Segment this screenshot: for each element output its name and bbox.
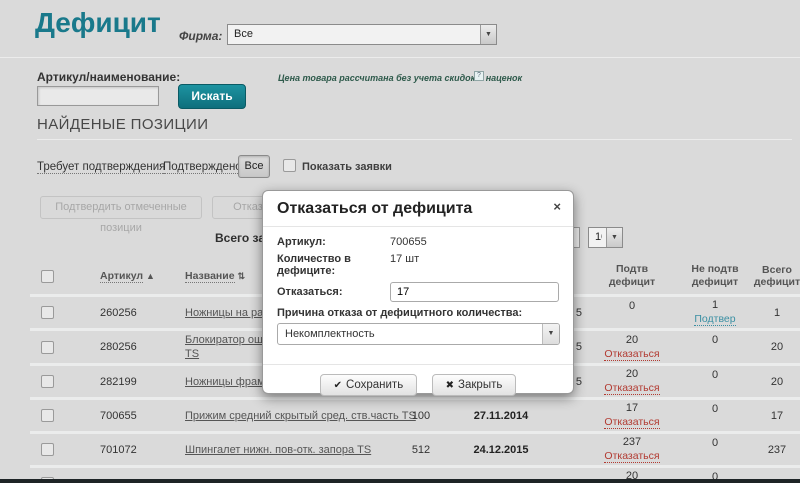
modal-qty-value: 17 шт (390, 253, 419, 277)
total-deficit-value: 20 (748, 376, 800, 388)
cell-articul: 260256 (65, 307, 185, 319)
confirm-selected-button[interactable]: Подтвердить отмеченные позиции (40, 196, 202, 219)
page-size-select[interactable]: 10 ▼ (588, 227, 623, 248)
header-confirmed-deficit: Подтвдефицит (582, 263, 682, 289)
total-deficit-value: 17 (748, 410, 800, 422)
page-title: Дефицит (35, 7, 161, 39)
cell-articul: 282199 (65, 376, 185, 388)
confirmed-deficit-value: 17 (626, 402, 638, 414)
header-divider (0, 57, 800, 58)
refuse-link[interactable]: Отказаться (604, 416, 659, 429)
header-unconfirmed-deficit: Не подтвдефицит (682, 263, 748, 289)
modal-articul-value: 700655 (390, 236, 427, 248)
chevron-down-icon[interactable]: ▼ (480, 25, 496, 44)
refuse-link[interactable]: Отказаться (604, 382, 659, 395)
cell-articul: 700655 (65, 410, 185, 422)
modal-title: Отказаться от дефицита (277, 200, 472, 217)
filter-confirmed[interactable]: Подтверждено (163, 161, 242, 174)
cell-date: 27.11.2014 (460, 410, 542, 422)
row-checkbox[interactable] (41, 409, 54, 422)
confirmed-deficit-value: 237 (623, 436, 641, 448)
filter-requires-confirmation[interactable]: Требует подтверждения (37, 161, 165, 174)
unconfirmed-deficit-value: 1 (712, 299, 718, 311)
filter-all-button[interactable]: Все (238, 155, 270, 178)
modal-articul-label: Артикул: (277, 236, 390, 248)
save-button[interactable]: ✔Сохранить (320, 374, 418, 396)
confirm-link[interactable]: Подтвер (694, 313, 735, 326)
section-title: НАЙДЕНЫЕ ПОЗИЦИИ (37, 116, 208, 133)
show-requests-checkbox[interactable] (283, 159, 296, 172)
firm-select[interactable]: Все ▼ (227, 24, 497, 45)
sort-both-icon: ⇅ (237, 271, 245, 281)
row-checkbox[interactable] (41, 443, 54, 456)
search-input[interactable] (37, 86, 159, 106)
chevron-down-icon[interactable]: ▼ (542, 324, 559, 344)
total-deficit-value: 20 (748, 341, 800, 353)
section-divider (37, 139, 792, 140)
row-checkbox[interactable] (41, 341, 54, 354)
refuse-reason-select[interactable]: Некомплектность ▼ (277, 323, 560, 345)
x-icon: ✖ (446, 380, 454, 391)
cell-articul: 280256 (65, 341, 185, 353)
firm-label: Фирма: (179, 29, 222, 43)
search-label: Артикул/наименование: (37, 70, 180, 84)
modal-refuse-label: Отказаться: (277, 286, 390, 298)
item-name-link[interactable]: Прижим средний скрытый сред. ств.часть T… (185, 409, 382, 423)
modal-reason-label: Причина отказа от дефицитного количества… (277, 307, 559, 319)
sort-name[interactable]: Название (185, 270, 235, 283)
close-button[interactable]: ✖Закрыть (432, 374, 517, 396)
refuse-deficit-modal: Отказаться от дефицита × Артикул: 700655… (262, 190, 574, 394)
confirmed-deficit-value: 20 (626, 334, 638, 346)
footer-bar (0, 479, 800, 483)
check-icon: ✔ (334, 380, 342, 391)
close-icon[interactable]: × (553, 200, 561, 213)
unconfirmed-deficit-value: 0 (712, 369, 718, 381)
header-total-deficit: Всегодефицит (748, 264, 800, 288)
sort-asc-icon: ▲ (146, 271, 155, 281)
refuse-quantity-input[interactable] (390, 282, 559, 302)
total-deficit-value: 1 (748, 307, 800, 319)
firm-select-value: Все (234, 28, 476, 40)
chevron-down-icon[interactable]: ▼ (606, 228, 622, 247)
row-checkbox[interactable] (41, 375, 54, 388)
cell-qty: 100 (382, 410, 460, 422)
row-checkbox[interactable] (41, 306, 54, 319)
sort-articul[interactable]: Артикул (100, 270, 143, 283)
page-size-value: 10 (595, 231, 602, 243)
confirmed-deficit-value: 0 (629, 300, 635, 312)
refuse-reason-value: Некомплектность (285, 328, 375, 340)
refuse-link[interactable]: Отказаться (604, 348, 659, 361)
modal-qty-label: Количество в дефиците: (277, 253, 390, 277)
price-note: Цена товара рассчитана без учета скидок … (278, 73, 522, 83)
table-row: 701072 Шпингалет нижн. пов-отк. запора T… (30, 431, 800, 465)
confirmed-deficit-value: 20 (626, 368, 638, 380)
deficit-page: Дефицит Фирма: Все ▼ Артикул/наименовани… (0, 0, 800, 483)
cell-qty: 512 (382, 444, 460, 456)
unconfirmed-deficit-value: 0 (712, 334, 718, 346)
unconfirmed-deficit-value: 0 (712, 403, 718, 415)
help-icon[interactable]: ? (474, 71, 484, 81)
cell-date: 24.12.2015 (460, 444, 542, 456)
unconfirmed-deficit-value: 0 (712, 437, 718, 449)
cell-articul: 701072 (65, 444, 185, 456)
search-button[interactable]: Искать (178, 84, 246, 109)
item-name-link[interactable]: Шпингалет нижн. пов-отк. запора TS (185, 443, 382, 457)
total-deficit-value: 237 (748, 444, 800, 456)
refuse-link[interactable]: Отказаться (604, 450, 659, 463)
select-all-checkbox[interactable] (41, 270, 54, 283)
show-requests-label: Показать заявки (302, 161, 392, 173)
